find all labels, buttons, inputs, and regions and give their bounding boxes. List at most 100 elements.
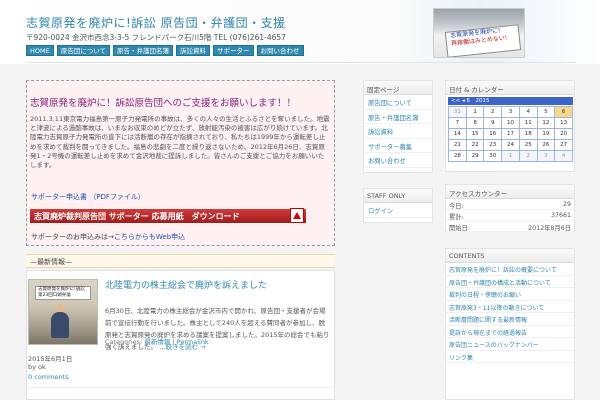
latest-news-heading: —最新情報— (30, 258, 72, 266)
thumbnail-speaker (51, 312, 69, 338)
calendar-day[interactable]: 19 (537, 129, 555, 139)
contents-item[interactable]: 原告団・弁護団の構成と活動について (446, 276, 574, 288)
calendar-day[interactable]: 7 (449, 118, 466, 128)
pdf-icon[interactable] (290, 208, 304, 223)
calendar-day[interactable]: 1 (502, 151, 519, 161)
calendar-day[interactable]: 30 (484, 151, 502, 161)
supporter-download-banner[interactable]: 志賀廃炉裁判原告団 サポーター 応募用紙 ダウンロード (30, 209, 306, 223)
nav-item-contact[interactable]: お問い合わせ (256, 45, 304, 56)
calendar-month-nav[interactable]: << ◂ 6 2015 (448, 97, 573, 105)
header-divider (26, 62, 576, 63)
sidebar-item-documents[interactable]: 訴訟資料 (364, 124, 432, 139)
calendar-day[interactable]: 12 (537, 118, 555, 128)
contents-item[interactable]: 活断層問題に関する最新情報 (446, 313, 574, 326)
calendar-day[interactable]: 3 (502, 107, 519, 117)
nav-item-roster[interactable]: 原告・弁護団名簿 (113, 45, 174, 56)
calendar-day[interactable]: 5 (537, 107, 555, 117)
post-thumbnail[interactable]: 志賀原発を廃炉に!訴訟 第23回口頭弁論 (28, 279, 98, 345)
calendar-day[interactable]: 24 (502, 140, 519, 150)
contents-item[interactable]: 志賀原発3・11以降の動きについて (446, 301, 574, 313)
calendar-day[interactable]: 25 (519, 140, 537, 150)
login-link[interactable]: ログイン (364, 203, 432, 218)
thumbnail-banner-text: 志賀原発を廃炉に!訴訟 第23回口頭弁論 (35, 286, 91, 300)
calendar-day[interactable]: 15 (466, 129, 484, 139)
calendar-day[interactable]: 14 (449, 129, 466, 139)
contents-item[interactable]: 提訴から現在までの経過報告 (446, 326, 574, 338)
sidebar-item-roster[interactable]: 原告・弁護団名簿 (364, 110, 432, 124)
calendar-day[interactable]: 28 (449, 151, 466, 161)
staff-widget-title: STAFF ONLY (364, 189, 432, 203)
sidebar-item-about[interactable]: 原告団について (364, 95, 432, 110)
calendar-day[interactable]: 2 (519, 151, 537, 161)
contents-widget-title: CONTENTS (446, 249, 574, 263)
calendar-day[interactable]: 29 (466, 151, 484, 161)
contents-item[interactable]: 志賀原発を廃炉に！訴訟の概要について (446, 263, 574, 276)
calendar-day[interactable]: 20 (555, 129, 572, 139)
contents-item[interactable]: 裁判の日程・傍聴のお願い (446, 288, 574, 301)
counter-value: 37661 (550, 212, 571, 219)
calendar-day[interactable]: 17 (502, 129, 519, 139)
post-title[interactable]: 北陸電力の株主総会で廃炉を訴えました (105, 278, 267, 291)
calendar-day[interactable]: 13 (555, 118, 572, 128)
calendar-day[interactable]: 2 (484, 107, 502, 117)
post-author: by ok (28, 363, 46, 371)
calendar-day[interactable]: 23 (484, 140, 502, 150)
permalink-link[interactable]: Permalink (177, 338, 209, 346)
calendar-day[interactable]: 22 (466, 140, 484, 150)
counter-value: 2012年8月6日 (528, 225, 571, 232)
site-header: 志賀原発を廃炉に!訴訟 原告団・弁護団・支援 〒920-0024 金沢市西念3-… (0, 0, 600, 64)
web-application-prefix: サポーターのお申込みは→ (31, 233, 114, 241)
calendar-day[interactable]: 3 (537, 151, 555, 161)
pages-widget-title: 固定ページ (364, 81, 432, 95)
category-link[interactable]: 最新情報 (144, 338, 170, 346)
calendar-day[interactable]: 21 (449, 140, 466, 150)
counter-value: 29 (562, 201, 571, 208)
counter-row-start: 開始日: 2012年8月6日 (446, 221, 574, 232)
counter-label: 開始日: (449, 225, 471, 232)
calendar-widget: 日付 & カレンダー << ◂ 6 2015 31 1 2 3 4 5 6 7 8 9 10 11 12… (445, 80, 575, 172)
calendar-day[interactable]: 27 (555, 140, 572, 150)
counter-widget: アクセスカウンター 今日: 29 累計: 37661 開始日: 2012年8月6… (445, 184, 575, 232)
calendar-day-today[interactable]: 6 (555, 107, 572, 117)
site-address: 〒920-0024 金沢市西念3-3-5 フレンドパーク石川5階 TEL (07… (26, 33, 286, 42)
sidebar-item-supporter[interactable]: サポーター募集 (364, 139, 432, 153)
calendar-day[interactable]: 10 (502, 118, 519, 128)
calendar-day[interactable]: 8 (466, 118, 484, 128)
post-entry: 志賀原発を廃炉に!訴訟 第23回口頭弁論 北陸電力の株主総会で廃炉を訴えました … (26, 270, 335, 400)
calendar-day[interactable]: 26 (537, 140, 555, 150)
web-application-line: サポーターのお申込みは→こちらからもWeb申込 (31, 232, 185, 242)
post-meta: Categories: 最新情報 | Permalink (105, 338, 209, 346)
sidebar-item-contact[interactable]: お問い合わせ (364, 153, 432, 168)
comments-link[interactable]: 0 comments (28, 373, 68, 381)
site-title[interactable]: 志賀原発を廃炉に!訴訟 原告団・弁護団・支援 (26, 14, 286, 31)
calendar-day[interactable]: 16 (484, 129, 502, 139)
contents-item[interactable]: リンク集 (446, 351, 574, 363)
counter-label: 累計: (449, 214, 464, 221)
feature-body: 2011.3.11東京電力福島第一原子力発電所の事故は、多くの人々の生活とふるさ… (30, 115, 330, 170)
calendar-day[interactable]: 4 (519, 107, 537, 117)
web-application-link[interactable]: こちらからもWeb申込 (114, 233, 185, 241)
staff-widget: STAFF ONLY ログイン (363, 188, 433, 223)
calendar-day[interactable]: 4 (555, 151, 572, 161)
counter-row-today: 今日: 29 (446, 199, 574, 210)
nav-item-about[interactable]: 原告団について (56, 45, 111, 56)
counter-label: 今日: (449, 203, 464, 210)
page: 志賀原発を廃炉に!訴訟 原告団・弁護団・支援 〒920-0024 金沢市西念3-… (0, 0, 600, 400)
nav-item-documents[interactable]: 訴訟資料 (176, 45, 211, 56)
calendar-day[interactable]: 9 (484, 118, 502, 128)
counter-widget-title: アクセスカウンター (446, 185, 574, 199)
categories-label: Categories: (105, 338, 143, 346)
main-nav: HOME 原告団について 原告・弁護団名簿 訴訟資料 サポーター お問い合わせ (26, 45, 304, 56)
post-date: 2015年6月1日 (28, 355, 73, 363)
calendar-day[interactable]: 1 (466, 107, 484, 117)
calendar-day[interactable]: 18 (519, 129, 537, 139)
support-banner-text: 志賀廃炉裁判原告団 サポーター 応募用紙 ダウンロード (34, 212, 240, 221)
nav-item-home[interactable]: HOME (26, 45, 54, 56)
supporter-pdf-link[interactable]: サポーター申込書 （PDFファイル） (31, 192, 145, 202)
nav-item-supporter[interactable]: サポーター (213, 45, 254, 56)
calendar-day[interactable]: 11 (519, 118, 537, 128)
calendar-day[interactable]: 31 (449, 107, 466, 117)
contents-item[interactable]: 原告団ニュースのバックナンバー (446, 338, 574, 351)
post-divider (27, 387, 334, 388)
feature-title: 志賀原発を廃炉に！訴訟原告団へのご支援をお願いします！！ (30, 98, 297, 109)
